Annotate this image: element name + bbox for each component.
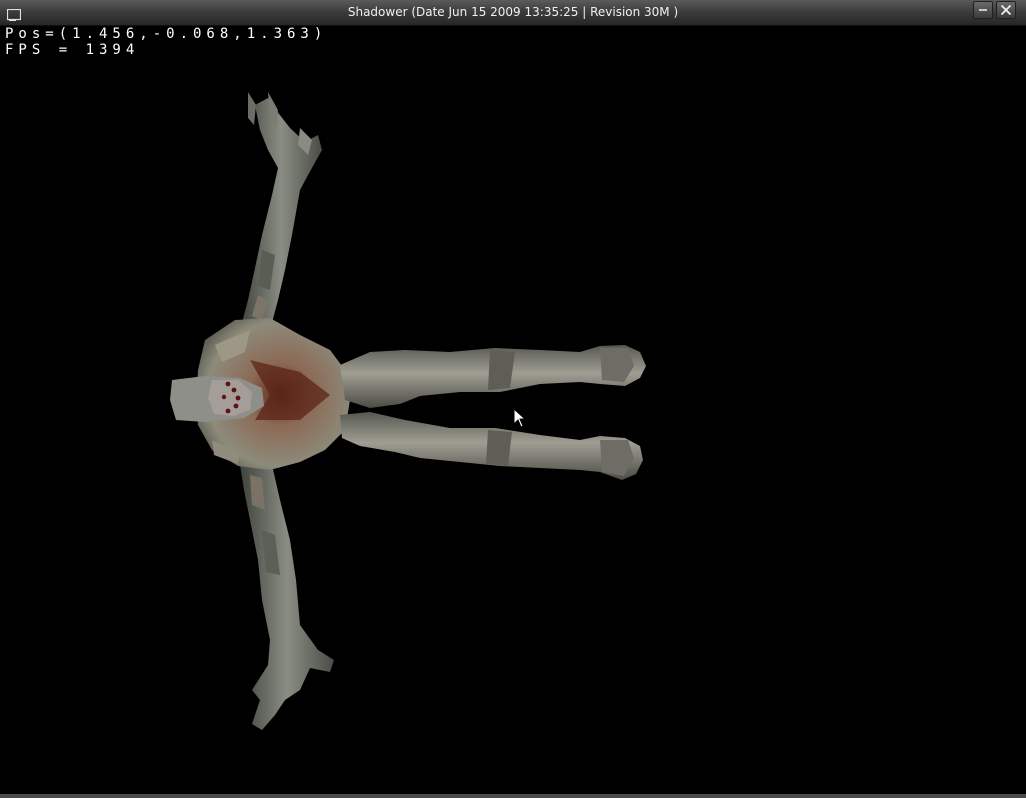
application-window: Shadower (Date Jun 15 2009 13:35:25 | Re…	[0, 0, 1026, 798]
position-readout: Pos=(1.456,-0.068,1.363)	[5, 26, 328, 42]
window-bottom-border[interactable]	[0, 794, 1026, 798]
arrow-cursor	[513, 408, 527, 428]
creature-model	[170, 92, 646, 730]
fps-readout: FPS = 1394	[5, 42, 140, 58]
